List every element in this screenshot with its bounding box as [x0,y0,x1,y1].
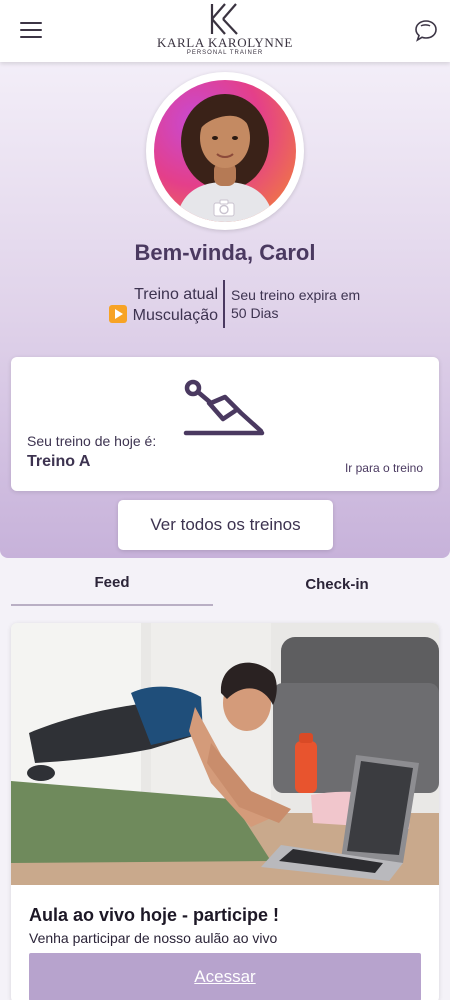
post-title: Aula ao vivo hoje - participe ! [29,905,280,925]
play-icon [108,305,127,323]
brand-logo: KARLA KAROLYNNE PERSONAL TRAINER [150,2,300,57]
feed-post-card: Aula ao vivo hoje - participe ! Venha pa… [11,623,439,1000]
vertical-divider [223,280,225,328]
current-workout-label: Treino atual [134,286,218,303]
view-all-workouts-button[interactable]: Ver todos os treinos [118,500,333,550]
brand-subtitle: PERSONAL TRAINER [186,50,264,56]
tab-check-in[interactable]: Check-in [236,576,438,608]
hamburger-menu-icon[interactable] [20,22,42,38]
avatar-frame [146,72,304,230]
exercise-illustration-icon [183,379,265,436]
today-workout-name: Treino A [27,453,91,470]
post-description: Venha participar de nosso aulão ao vivo [29,930,278,946]
access-button[interactable]: Acessar [29,953,421,1000]
top-app-bar: KARLA KAROLYNNE PERSONAL TRAINER [0,0,450,62]
profile-hero: Bem-vinda, Carol Treino atual Musculação… [0,62,450,558]
expiry-days: 50 Dias [231,305,279,321]
today-workout-label: Seu treino de hoje é: [27,433,157,449]
today-workout-card[interactable]: Seu treino de hoje é: Treino A Ir para o… [11,357,439,491]
camera-icon[interactable] [212,198,236,218]
post-image [11,623,439,885]
current-workout-block: Treino atual Musculação [60,284,218,326]
chat-bubbles-icon[interactable] [412,18,438,44]
current-workout-name: Musculação [132,307,218,324]
kk-monogram-icon [210,3,238,35]
go-to-workout-link[interactable]: Ir para o treino [345,461,423,475]
tab-feed[interactable]: Feed [11,574,213,606]
active-tab-indicator [11,604,213,606]
expiry-text: Seu treino expira em [231,287,361,303]
brand-name: KARLA KAROLYNNE [157,35,293,50]
welcome-heading: Bem-vinda, Carol [134,240,316,265]
current-workout-row: Musculação [60,305,218,326]
expiry-info: Seu treino expira em 50 Dias [231,286,391,322]
